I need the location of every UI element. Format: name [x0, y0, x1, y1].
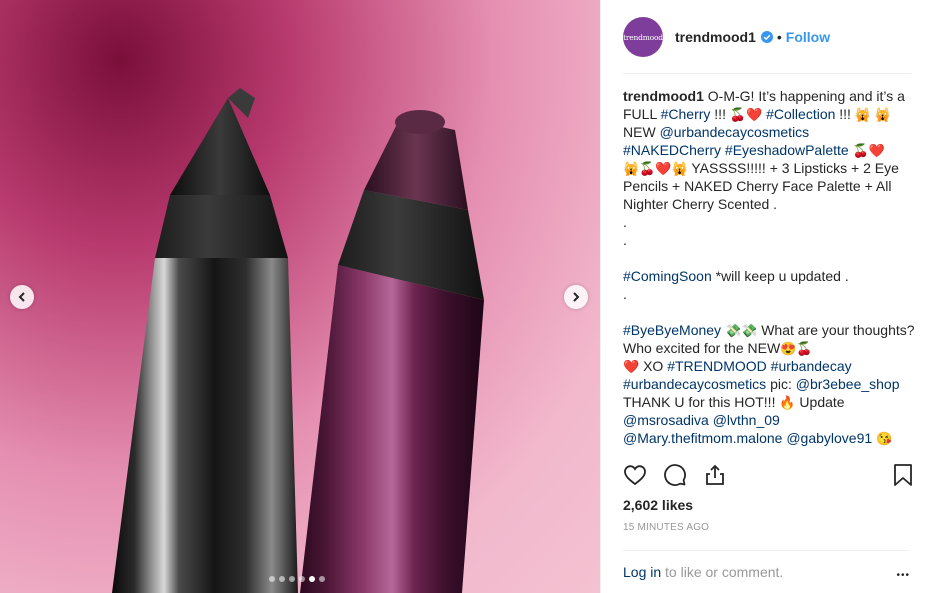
hashtag[interactable]: #Cherry: [661, 106, 711, 122]
mention[interactable]: @br3ebee_shop: [796, 376, 900, 392]
carousel-next-button[interactable]: [564, 285, 588, 309]
hashtag[interactable]: #Collection: [766, 106, 835, 122]
mention[interactable]: @Mary.thefitmom.malone: [623, 430, 782, 446]
carousel-indicator: [269, 576, 325, 582]
post-media[interactable]: [0, 0, 600, 593]
caption-text: !!!: [835, 106, 855, 122]
comment-prompt-text: to like or comment.: [661, 564, 784, 580]
hashtag[interactable]: #TRENDMOOD: [667, 358, 767, 374]
mention[interactable]: @urbandecaycosmetics: [660, 124, 810, 140]
verified-badge-icon: [760, 31, 773, 43]
hashtag[interactable]: #urbandecay: [771, 358, 852, 374]
avatar-logo-text: trendmood: [623, 32, 663, 42]
username-link[interactable]: trendmood1: [675, 29, 756, 45]
emoji: 💸💸: [724, 323, 758, 338]
hashtag[interactable]: #EyeshadowPalette: [725, 142, 849, 158]
hashtag[interactable]: #ByeByeMoney: [623, 322, 721, 338]
chevron-left-icon: [18, 292, 25, 302]
carousel-dot-active: [309, 576, 315, 582]
mention[interactable]: @lvthn_09: [713, 412, 780, 428]
carousel-dot: [299, 576, 305, 582]
emoji: 🍒❤️: [852, 143, 885, 158]
instagram-post: trendmood trendmood1 • Follow trendmood1…: [0, 0, 930, 593]
likes-count[interactable]: 2,602 likes: [623, 497, 693, 513]
caption-text: Update: [799, 394, 845, 410]
heart-icon[interactable]: [623, 463, 647, 487]
post-side-panel: trendmood trendmood1 • Follow trendmood1…: [600, 0, 930, 593]
comment-bar: Log in to like or comment. •••: [623, 550, 910, 593]
login-link[interactable]: Log in: [623, 564, 661, 580]
hashtag[interactable]: #urbandecaycosmetics: [623, 376, 766, 392]
follow-button[interactable]: Follow: [786, 29, 830, 45]
post-timestamp[interactable]: 15 MINUTES AGO: [623, 522, 709, 533]
header-separator: •: [776, 29, 782, 45]
mention[interactable]: @gabylove91: [786, 430, 872, 446]
emoji: 😍🍒: [780, 341, 813, 356]
emoji: 🙀: [874, 107, 892, 122]
caption-text: THANK U for this HOT!!!: [623, 394, 776, 410]
more-options-label: •••: [896, 570, 910, 581]
post-caption: trendmood1 O-M-G! It’s happening and it’…: [623, 87, 915, 457]
chevron-right-icon: [573, 292, 580, 302]
emoji: 😘: [876, 431, 893, 446]
post-header: trendmood trendmood1 • Follow: [601, 0, 930, 74]
hashtag[interactable]: #ComingSoon: [623, 268, 712, 284]
emoji: 🙀: [854, 107, 872, 122]
avatar[interactable]: trendmood: [623, 17, 663, 57]
more-options-button[interactable]: •••: [896, 565, 910, 581]
emoji: 🙀🍒❤️🙀: [623, 161, 688, 176]
carousel-dot: [279, 576, 285, 582]
carousel-dot: [289, 576, 295, 582]
bookmark-icon[interactable]: [891, 463, 915, 487]
caption-text: XO: [639, 358, 668, 374]
header-divider: [623, 73, 911, 74]
post-actions: [623, 460, 915, 490]
emoji: ❤️: [623, 359, 640, 374]
carousel-dot: [319, 576, 325, 582]
emoji: 🔥: [779, 395, 796, 410]
comment-icon[interactable]: [663, 463, 687, 487]
emoji: 🍒❤️: [729, 107, 763, 122]
caption-text: !!!: [710, 106, 730, 122]
hashtag[interactable]: #NAKEDCherry: [623, 142, 721, 158]
carousel-prev-button[interactable]: [10, 285, 34, 309]
mention[interactable]: @msrosadiva: [623, 412, 709, 428]
post-photo: [112, 88, 484, 593]
caption-author[interactable]: trendmood1: [623, 88, 704, 104]
share-icon[interactable]: [703, 463, 727, 487]
carousel-dot: [269, 576, 275, 582]
caption-text: pic:: [766, 376, 796, 392]
